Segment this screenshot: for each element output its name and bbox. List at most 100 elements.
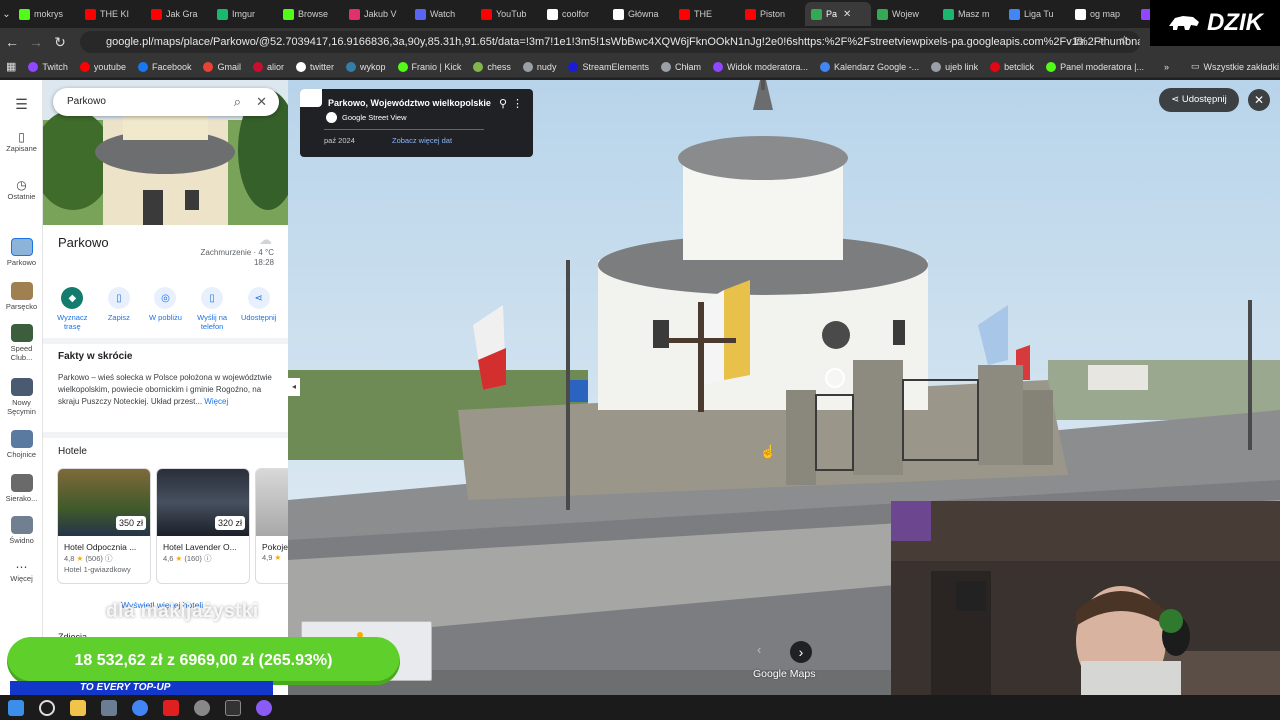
rail-place-2[interactable]: Speed Club...	[0, 324, 43, 362]
browser-tab[interactable]: YouTub	[475, 2, 541, 26]
browser-tab[interactable]: Jakub V	[343, 2, 409, 26]
search-icon[interactable]: ⌕	[234, 88, 241, 116]
folder-icon: ▭	[1191, 61, 1200, 71]
info-icon[interactable]: ⓘ	[105, 554, 113, 563]
facts-more-link[interactable]: Więcej	[204, 397, 228, 406]
bookmark-item[interactable]: Kalendarz Google -...	[814, 61, 925, 72]
browser-tab[interactable]: Imgur	[211, 2, 277, 26]
bookmark-star-icon[interactable]: ☆	[1119, 33, 1130, 47]
browser-tab[interactable]: Masz m	[937, 2, 1003, 26]
tab-search-icon[interactable]: ⌄	[0, 9, 13, 20]
install-icon[interactable]: ⧉	[1075, 34, 1084, 49]
all-bookmarks-folder[interactable]: ▭ Wszystkie zakładki	[1185, 61, 1280, 72]
close-tab-icon[interactable]: ✕	[843, 9, 851, 20]
hotel-name: Hotel Odpocznia ...	[64, 542, 137, 552]
bookmark-item[interactable]: youtube	[74, 61, 132, 72]
address-bar[interactable]: google.pl/maps/place/Parkowo/@52.7039417…	[80, 31, 1140, 53]
previous-image-icon[interactable]: ‹	[757, 642, 775, 662]
browser-tab[interactable]: THE	[673, 2, 739, 26]
browser-tab[interactable]: Liga Tu	[1003, 2, 1069, 26]
hotel-card[interactable]: 350 zł Hotel Odpocznia ... 4,8 ★ (506) ⓘ…	[57, 468, 151, 584]
menu-icon[interactable]: ☰	[0, 96, 43, 113]
cloud-icon: ☁	[259, 232, 272, 247]
bookmark-item[interactable]: StreamElements	[562, 61, 655, 72]
bookmark-item[interactable]: Franio | Kick	[392, 61, 468, 72]
collapse-panel-button[interactable]	[300, 89, 322, 107]
browser-tab[interactable]: Pa ✕	[805, 2, 871, 26]
bookmark-item[interactable]: betclick	[984, 61, 1040, 72]
bookmark-label: Widok moderatora...	[727, 61, 809, 72]
directions-button[interactable]: ◆ Wyznacz trasę	[50, 287, 94, 331]
search-input[interactable]: Parkowo ⌕ ✕	[53, 88, 279, 116]
weather-text: Zachmurzenie · 4 °C	[200, 248, 274, 257]
place-title: Parkowo	[58, 235, 109, 250]
bookmark-item[interactable]: nudy	[517, 61, 563, 72]
windows-start-icon[interactable]	[8, 699, 24, 716]
rail-place-0[interactable]: Parkowo	[0, 238, 43, 267]
next-image-icon[interactable]: ›	[790, 641, 812, 663]
bookmark-item[interactable]: alior	[247, 61, 290, 72]
share-street-view-button[interactable]: ⋖ Udostępnij	[1159, 88, 1239, 112]
send-to-phone-button[interactable]: ▯ Wyślij na telefon	[190, 287, 234, 331]
save-button[interactable]: ▯ Zapisz	[97, 287, 141, 331]
app-icon[interactable]	[256, 699, 272, 716]
see-more-dates-link[interactable]: Zobacz więcej dat	[392, 136, 452, 145]
topup-banner: TO EVERY TOP-UP	[10, 681, 273, 695]
zoom-icon[interactable]: ⌕	[1098, 33, 1105, 48]
rail-place-5[interactable]: Sierako...	[0, 474, 43, 503]
settings-icon[interactable]	[194, 699, 210, 716]
chrome-icon[interactable]	[132, 699, 148, 716]
rail-more[interactable]: ⋯ Więcej	[0, 560, 43, 583]
rail-place-4[interactable]: Chojnice	[0, 430, 43, 459]
browser-tab[interactable]: Wojew	[871, 2, 937, 26]
bookmark-item[interactable]: Facebook	[132, 61, 198, 72]
more-options-icon[interactable]: ⋮	[512, 97, 523, 110]
bookmark-item[interactable]: Gmail	[197, 61, 247, 72]
browser-tab[interactable]: THE KI	[79, 2, 145, 26]
apps-icon[interactable]: ▦	[0, 60, 22, 73]
nearby-button[interactable]: ◎ W pobliżu	[143, 287, 187, 331]
rail-recent[interactable]: ◷ Ostatnie	[0, 178, 43, 201]
bookmark-item[interactable]: twitter	[290, 61, 340, 72]
close-street-view-button[interactable]: ✕	[1248, 89, 1270, 111]
bookmark-item[interactable]: ujeb link	[925, 61, 984, 72]
file-explorer-icon[interactable]	[70, 699, 86, 716]
browser-tab[interactable]: mokrys	[13, 2, 79, 26]
clear-search-icon[interactable]: ✕	[256, 88, 267, 116]
rail-place-3[interactable]: Nowy Sęcymin	[0, 378, 43, 416]
bookmark-item[interactable]: chess	[467, 61, 517, 72]
search-icon[interactable]	[39, 699, 55, 716]
browser-tab[interactable]: Watch	[409, 2, 475, 26]
navigation-arrow[interactable]	[825, 368, 845, 388]
back-icon[interactable]: ←	[0, 34, 24, 50]
share-button[interactable]: ⋖ Udostępnij	[237, 287, 281, 331]
collapse-side-panel-button[interactable]: ◂	[288, 378, 300, 396]
browser-tab[interactable]: Jak Gra	[145, 2, 211, 26]
bookmark-item[interactable]: Chłam	[655, 61, 707, 72]
hotel-card[interactable]: Pokoje 4,9 ★	[255, 468, 288, 584]
rail-saved[interactable]: ▯ Zapisane	[0, 130, 43, 153]
app-icon[interactable]	[163, 699, 179, 716]
bookmark-item[interactable]: Twitch	[22, 61, 74, 72]
reload-icon[interactable]: ↻	[48, 34, 72, 51]
hotel-card[interactable]: 320 zł Hotel Lavender O... 4,6 ★ (160) ⓘ	[156, 468, 250, 584]
bookmark-item[interactable]: Widok moderatora...	[707, 61, 814, 72]
forward-icon[interactable]: →	[24, 34, 48, 50]
epic-games-icon[interactable]	[225, 699, 241, 716]
browser-tab[interactable]: Piston	[739, 2, 805, 26]
browser-tab[interactable]: Główna	[607, 2, 673, 26]
location-pin-icon[interactable]: ⚲	[499, 97, 507, 110]
bookmarks-overflow-icon[interactable]: »	[1158, 62, 1175, 72]
bookmark-favicon-icon	[397, 61, 408, 72]
app-icon[interactable]	[101, 699, 117, 716]
browser-tab[interactable]: Browse	[277, 2, 343, 26]
browser-tab[interactable]: coolfor	[541, 2, 607, 26]
rail-place-1[interactable]: Parsęcko	[0, 282, 43, 311]
info-icon[interactable]: ⓘ	[204, 554, 212, 563]
bookmark-favicon-icon	[1046, 61, 1057, 72]
bookmark-item[interactable]: wykop	[340, 61, 392, 72]
bookmark-item[interactable]: Panel moderatora |...	[1040, 61, 1150, 72]
browser-tab[interactable]: og map	[1069, 2, 1135, 26]
bookmark-favicon-icon	[522, 61, 533, 72]
rail-place-6[interactable]: Świdno	[0, 516, 43, 545]
